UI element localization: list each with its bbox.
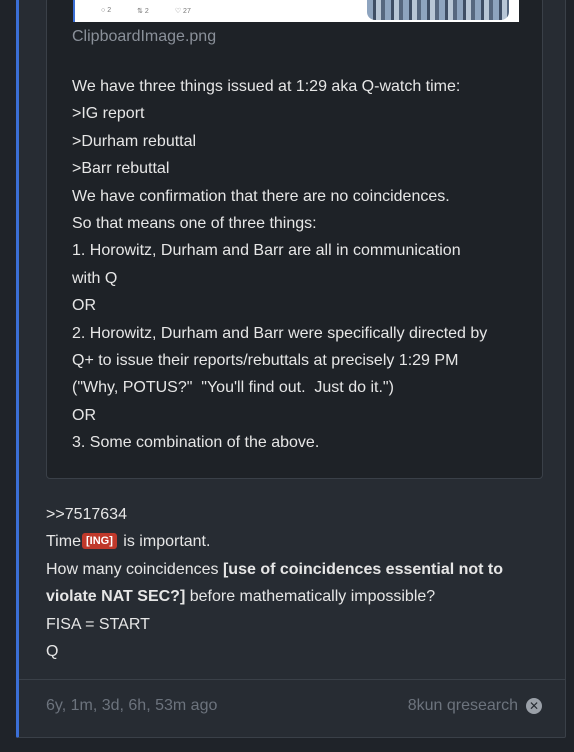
- quoted-text: We have three things issued at 1:29 aka …: [72, 73, 532, 457]
- fisa-line: FISA = START: [46, 615, 150, 633]
- close-circle-icon[interactable]: ✕: [526, 698, 542, 714]
- reply-link[interactable]: >>7517634: [46, 501, 546, 528]
- retweet-count: ⇅ 2: [137, 8, 149, 15]
- quote-line: We have confirmation that there are no c…: [72, 187, 450, 205]
- quoted-post: ○ 2 ⇅ 2 ♡ 27 ClipboardImage.png We have …: [46, 0, 543, 479]
- quote-line: 1. Horowitz, Durham and Barr are all in …: [72, 242, 461, 260]
- time-line: Time [ING] is important.: [46, 533, 211, 551]
- quote-line: >IG report: [72, 105, 145, 123]
- post-footer: 6y, 1m, 3d, 6h, 53m ago 8kun qresearch ✕: [19, 679, 566, 737]
- quote-line: >Durham rebuttal: [72, 132, 197, 150]
- reply-count: ○ 2: [101, 7, 112, 14]
- quote-line: 2. Horowitz, Durham and Barr were specif…: [72, 324, 488, 342]
- quote-line: ("Why, POTUS?" "You'll find out. Just do…: [72, 379, 394, 397]
- quote-line: Q+ to issue their reports/rebuttals at p…: [72, 352, 459, 370]
- tweet-preview: ○ 2 ⇅ 2 ♡ 27: [75, 0, 345, 22]
- attachment-filename[interactable]: ClipboardImage.png: [72, 28, 216, 46]
- signature: Q: [46, 643, 59, 661]
- post-body: >>7517634 Time [ING] is important. How ma…: [46, 501, 546, 665]
- attached-photo: [367, 0, 509, 20]
- quote-line: with Q: [72, 269, 118, 287]
- quote-line: OR: [72, 297, 96, 315]
- quote-line: So that means one of three things:: [72, 215, 317, 233]
- like-count: ♡ 27: [174, 8, 191, 15]
- ing-badge: [ING]: [81, 533, 117, 550]
- coincidences-line: How many coincidences [use of coincidenc…: [46, 560, 504, 578]
- quote-line: OR: [72, 406, 96, 424]
- quote-line: >Barr rebuttal: [72, 160, 170, 178]
- tweet-stats: ○ 2 ⇅ 2 ♡ 27: [101, 7, 191, 15]
- post-card: ○ 2 ⇅ 2 ♡ 27 ClipboardImage.png We have …: [16, 0, 566, 738]
- quote-line: We have three things issued at 1:29 aka …: [72, 78, 461, 95]
- post-timestamp: 6y, 1m, 3d, 6h, 53m ago: [46, 697, 218, 714]
- source-label[interactable]: 8kun qresearch: [408, 697, 518, 715]
- coincidences-line-cont: violate NAT SEC?] before mathematically …: [46, 588, 436, 606]
- quote-line: 3. Some combination of the above.: [72, 434, 320, 452]
- attachment-thumbnail[interactable]: ○ 2 ⇅ 2 ♡ 27: [73, 0, 519, 22]
- post-source: 8kun qresearch ✕: [408, 697, 542, 715]
